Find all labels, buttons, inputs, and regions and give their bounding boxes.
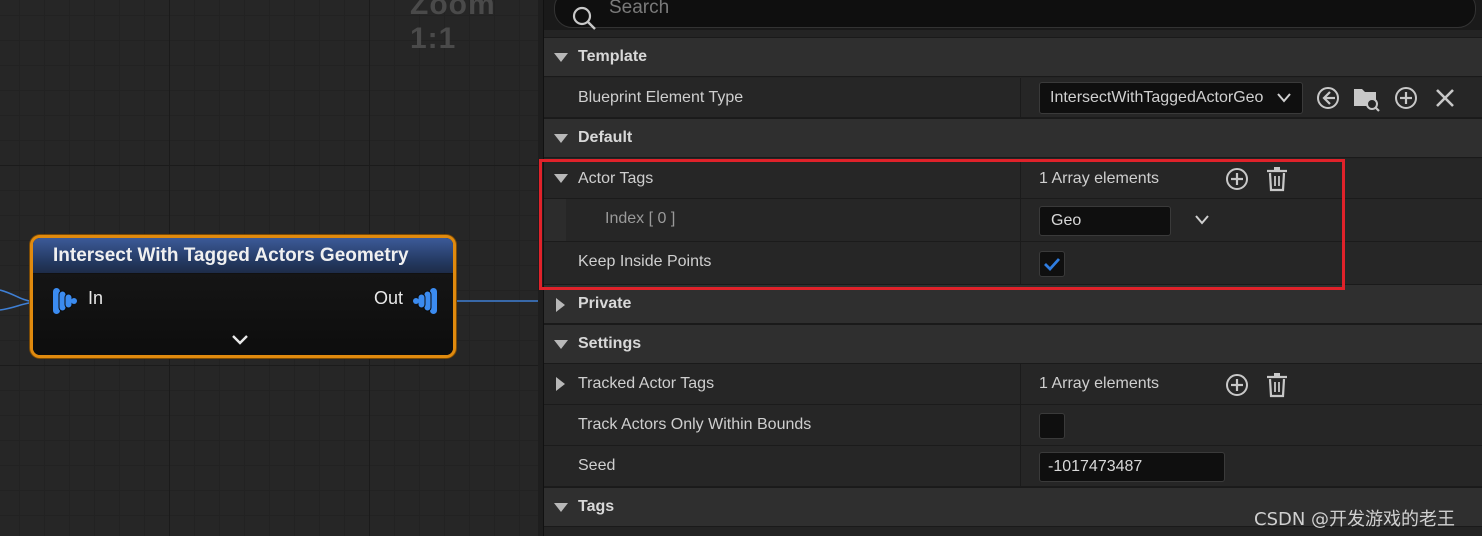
chevron-down-icon [1277, 93, 1291, 103]
property-label: Seed [578, 457, 616, 474]
expand-triangle-icon[interactable] [555, 297, 567, 313]
track-within-bounds-checkbox[interactable] [1039, 413, 1065, 439]
column-divider [1020, 405, 1021, 445]
section-label: Private [578, 295, 632, 312]
section-label: Template [578, 48, 648, 65]
row-tracked-actor-tags: Tracked Actor Tags 1 Array elements [544, 364, 1482, 405]
trash-icon[interactable] [1265, 372, 1289, 398]
search-bar [544, 0, 1482, 30]
column-divider [1020, 446, 1021, 486]
row-seed: Seed -1017473487 [544, 446, 1482, 487]
property-label: Tracked Actor Tags [578, 375, 715, 392]
add-element-icon[interactable] [1225, 373, 1249, 397]
text-field-value: -1017473487 [1048, 458, 1143, 475]
dropdown-value: IntersectWithTaggedActorGeo [1050, 89, 1264, 106]
row-blueprint-element-type: Blueprint Element Type IntersectWithTagg… [544, 78, 1482, 118]
watermark: CSDN @开发游戏的老王 [1254, 509, 1456, 530]
section-label: Default [578, 129, 633, 146]
output-pin-label: Out [373, 288, 403, 308]
collapse-triangle-icon[interactable] [553, 133, 569, 145]
row-track-actors-within-bounds: Track Actors Only Within Bounds [544, 405, 1482, 446]
input-pin-icon[interactable] [49, 286, 79, 316]
node-body: In Out [33, 274, 453, 355]
property-label: Blueprint Element Type [578, 89, 744, 106]
collapse-triangle-icon[interactable] [553, 339, 569, 351]
node-title: Intersect With Tagged Actors Geometry [33, 238, 453, 274]
section-default[interactable]: Default [544, 118, 1482, 158]
search-input[interactable] [607, 0, 1211, 21]
section-label: Tags [578, 498, 615, 515]
zoom-label: Zoom 1:1 [410, 0, 496, 55]
highlight-annotation-box [539, 159, 1345, 290]
browse-folder-icon[interactable] [1352, 84, 1380, 112]
input-pin-label: In [88, 288, 104, 308]
collapse-triangle-icon[interactable] [553, 52, 569, 64]
element-type-dropdown[interactable]: IntersectWithTaggedActorGeo [1039, 82, 1303, 114]
close-icon[interactable] [1433, 86, 1457, 110]
use-selected-icon[interactable] [1315, 85, 1341, 111]
section-label: Settings [578, 335, 642, 352]
search-box[interactable] [554, 0, 1476, 30]
section-template[interactable]: Template [544, 37, 1482, 77]
column-divider [1020, 78, 1021, 117]
section-private[interactable]: Private [544, 284, 1482, 324]
output-pin-icon[interactable] [411, 286, 441, 316]
seed-input[interactable]: -1017473487 [1039, 452, 1225, 482]
property-label: Track Actors Only Within Bounds [578, 416, 812, 433]
section-settings[interactable]: Settings [544, 324, 1482, 364]
add-icon[interactable] [1393, 85, 1419, 111]
search-icon [572, 6, 596, 30]
expand-triangle-icon[interactable] [555, 376, 567, 392]
blueprint-node[interactable]: Intersect With Tagged Actors Geometry In… [30, 235, 456, 358]
graph-editor-canvas[interactable]: Zoom 1:1 Intersect With Tagged Actors Ge… [0, 0, 538, 536]
array-count: 1 Array elements [1039, 375, 1160, 392]
chevron-down-icon[interactable] [228, 332, 252, 348]
outgoing-wire [452, 300, 538, 302]
column-divider [1020, 364, 1021, 404]
collapse-triangle-icon[interactable] [553, 502, 569, 514]
